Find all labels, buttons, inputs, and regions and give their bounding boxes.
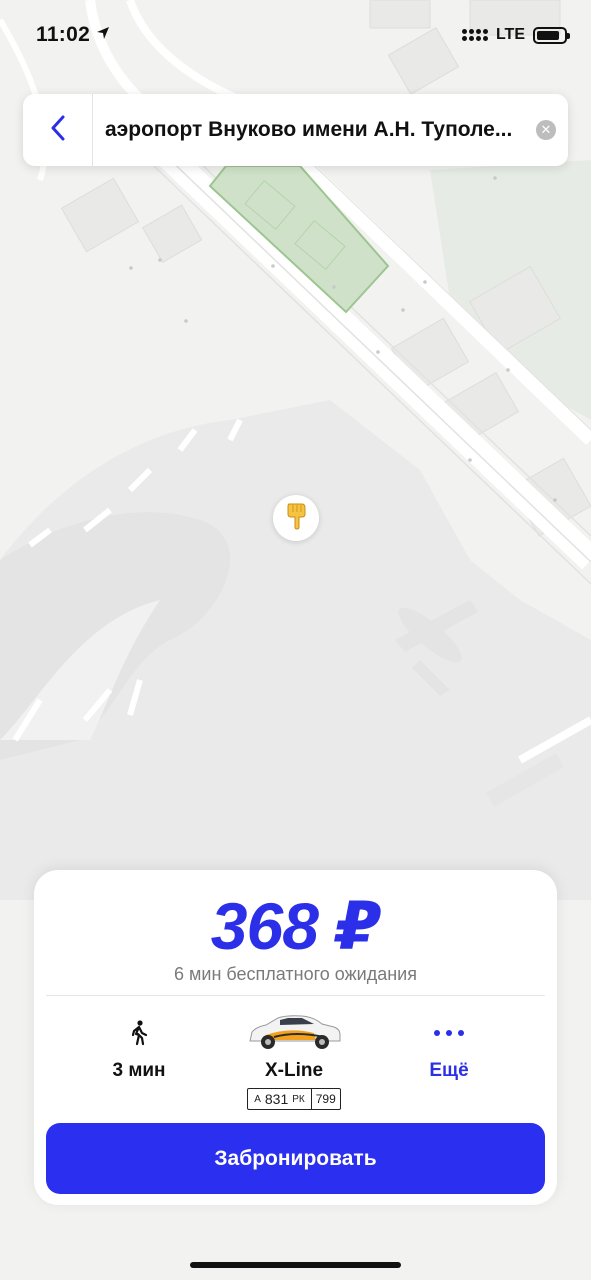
screen: 11:02 LTE аэропорт Внуково имени А.Н. Ту…	[0, 0, 591, 1280]
more-dots-icon	[399, 1010, 499, 1056]
destination-input[interactable]: аэропорт Внуково имени А.Н. Туполе...	[93, 118, 524, 142]
waiting-note: 6 мин бесплатного ожидания	[174, 964, 417, 984]
pointing-hand-icon	[285, 502, 307, 535]
order-card: 368 ₽ 6 мин бесплатного ожидания 3 мин X…	[34, 870, 557, 1205]
home-indicator[interactable]	[190, 1262, 401, 1268]
more-button[interactable]: Ещё	[399, 1010, 499, 1082]
location-arrow-icon	[96, 26, 110, 45]
walk-time: 3 мин	[112, 1060, 166, 1081]
clear-button[interactable]: ✕	[524, 94, 568, 166]
status-bar: 11:02 LTE	[0, 0, 591, 70]
chevron-left-icon	[50, 115, 66, 146]
back-button[interactable]	[23, 94, 93, 166]
plate-letter-1: А	[254, 1093, 261, 1105]
walking-person-icon	[89, 1010, 189, 1056]
signal-icon	[461, 29, 488, 41]
book-button[interactable]: Забронировать	[46, 1123, 545, 1194]
car-icon	[234, 1010, 354, 1056]
more-label: Ещё	[429, 1060, 469, 1081]
network-type: LTE	[495, 26, 525, 43]
plate-letters-2: РК	[292, 1093, 305, 1105]
status-left: 11:02	[36, 23, 110, 47]
status-right: LTE	[461, 26, 570, 44]
status-time: 11:02	[36, 23, 91, 46]
battery-icon	[533, 26, 570, 44]
plate-number: 831	[264, 1091, 289, 1107]
close-icon: ✕	[536, 120, 556, 140]
divider	[46, 995, 545, 996]
walk-info: 3 мин	[89, 1010, 189, 1082]
plate-main: А 831 РК	[248, 1089, 311, 1109]
plate-region: 799	[310, 1089, 340, 1109]
tariff-option[interactable]: X-Line А 831 РК 799	[234, 1010, 354, 1110]
price: 368 ₽	[210, 889, 381, 963]
destination-bar: аэропорт Внуково имени А.Н. Туполе... ✕	[23, 94, 568, 166]
license-plate: А 831 РК 799	[247, 1088, 341, 1110]
tariff-name: X-Line	[264, 1060, 324, 1081]
map-pin[interactable]	[273, 495, 319, 541]
